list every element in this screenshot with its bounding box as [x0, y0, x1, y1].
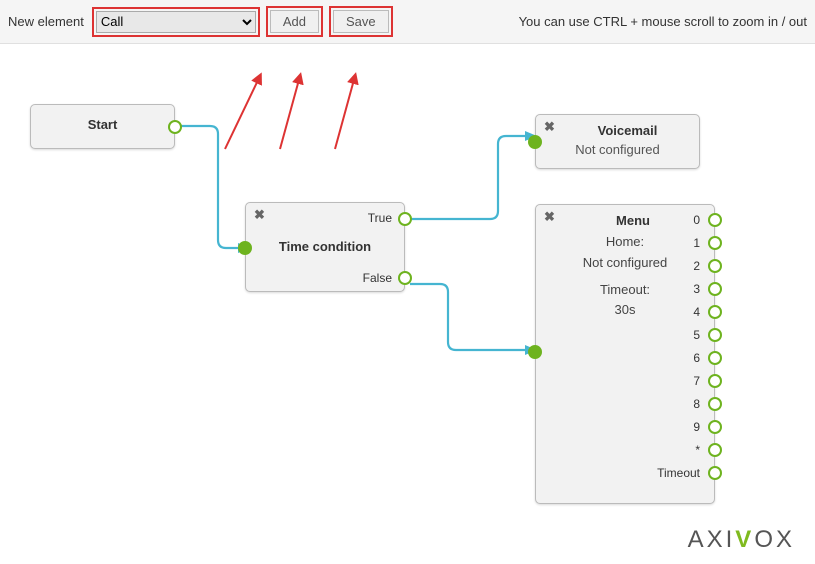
highlight-box-save: Save: [329, 6, 393, 37]
brand-logo: AXIVOX: [688, 526, 795, 554]
menu-out-label-4: 4: [640, 305, 700, 319]
menu-out-label-2: 2: [640, 259, 700, 273]
port-start-out[interactable]: [168, 120, 182, 134]
menu-out-label-7: 7: [640, 374, 700, 388]
close-icon[interactable]: ✖: [544, 119, 555, 135]
menu-out-label-9: 9: [640, 420, 700, 434]
port-menu-out-4[interactable]: [708, 305, 722, 319]
port-tc-true[interactable]: [398, 212, 412, 226]
port-menu-out-*[interactable]: [708, 443, 722, 457]
menu-out-label-3: 3: [640, 282, 700, 296]
tc-out-false-label: False: [363, 271, 392, 285]
port-menu-out-8[interactable]: [708, 397, 722, 411]
port-tc-in[interactable]: [238, 241, 252, 255]
tc-out-true-label: True: [368, 211, 392, 225]
menu-out-label-1: 1: [640, 236, 700, 250]
port-menu-out-5[interactable]: [708, 328, 722, 342]
menu-out-label-*: *: [640, 443, 700, 457]
port-menu-out-6[interactable]: [708, 351, 722, 365]
node-time-condition[interactable]: ✖ Time condition True False: [245, 202, 405, 292]
zoom-hint: You can use CTRL + mouse scroll to zoom …: [519, 14, 807, 29]
node-vm-sub: Not configured: [536, 142, 699, 157]
port-menu-out-7[interactable]: [708, 374, 722, 388]
port-vm-in[interactable]: [528, 135, 542, 149]
close-icon[interactable]: ✖: [254, 207, 265, 223]
port-menu-out-3[interactable]: [708, 282, 722, 296]
save-button[interactable]: Save: [333, 10, 389, 33]
menu-out-label-Timeout: Timeout: [640, 466, 700, 480]
node-menu[interactable]: ✖ Menu Home: Not configured Timeout: 30s…: [535, 204, 715, 504]
port-menu-out-9[interactable]: [708, 420, 722, 434]
port-tc-false[interactable]: [398, 271, 412, 285]
menu-out-label-8: 8: [640, 397, 700, 411]
port-menu-out-1[interactable]: [708, 236, 722, 250]
menu-out-label-0: 0: [640, 213, 700, 227]
new-element-label: New element: [8, 14, 84, 29]
annotation-arrows: [225, 76, 355, 149]
port-menu-out-2[interactable]: [708, 259, 722, 273]
node-voicemail[interactable]: ✖ Voicemail Not configured: [535, 114, 700, 169]
menu-out-label-5: 5: [640, 328, 700, 342]
toolbar: New element Call Add Save You can use CT…: [0, 0, 815, 44]
dialplan-canvas[interactable]: Start ✖ Time condition True False ✖ Voic…: [0, 44, 815, 564]
highlight-box-select: Call: [92, 7, 260, 37]
port-menu-in[interactable]: [528, 345, 542, 359]
node-vm-title: Voicemail: [536, 123, 699, 138]
node-start[interactable]: Start: [30, 104, 175, 149]
close-icon[interactable]: ✖: [544, 209, 555, 225]
node-tc-title: Time condition: [246, 239, 404, 254]
highlight-box-add: Add: [266, 6, 323, 37]
add-button[interactable]: Add: [270, 10, 319, 33]
port-menu-out-0[interactable]: [708, 213, 722, 227]
new-element-select[interactable]: Call: [96, 11, 256, 33]
menu-out-label-6: 6: [640, 351, 700, 365]
port-menu-out-Timeout[interactable]: [708, 466, 722, 480]
node-start-title: Start: [31, 117, 174, 132]
